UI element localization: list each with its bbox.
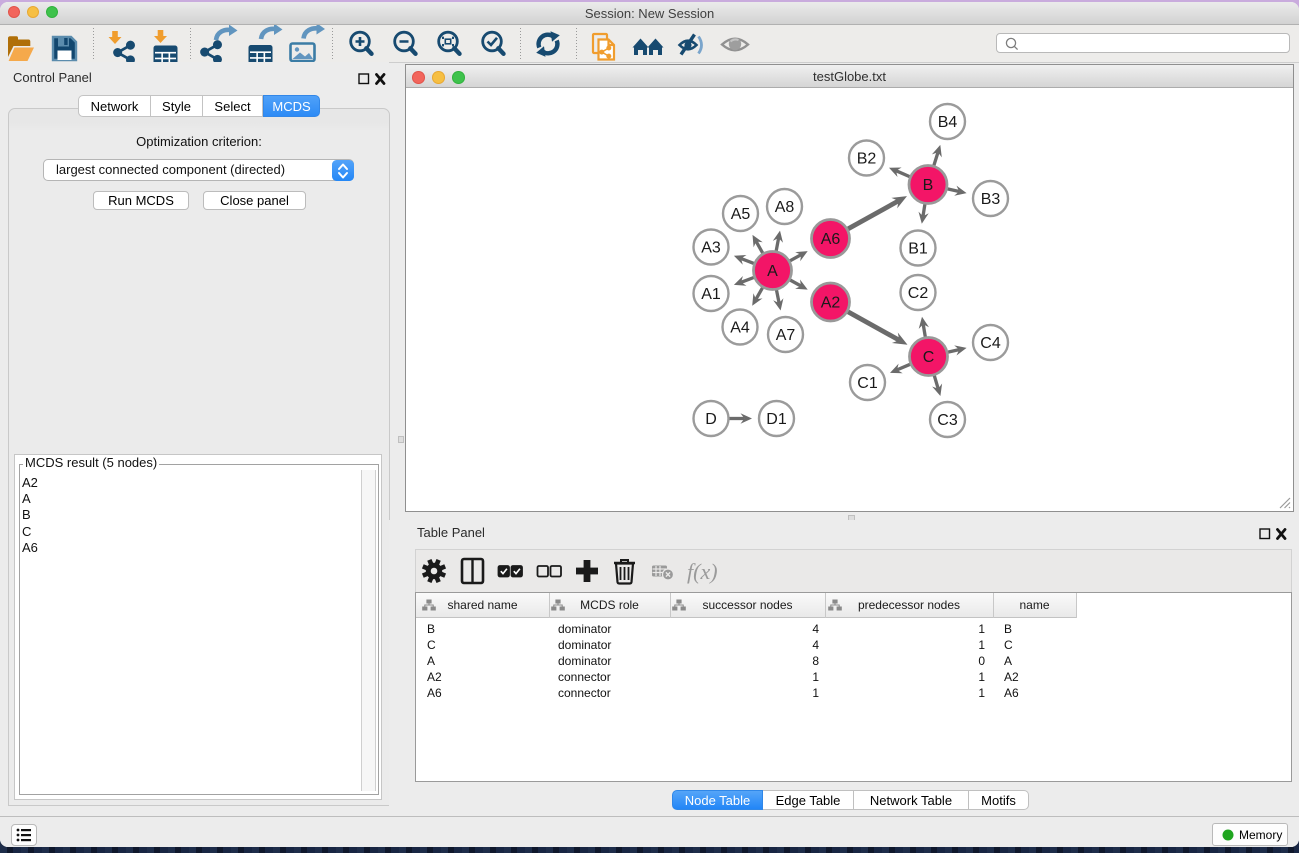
- svg-text:A8: A8: [775, 199, 795, 216]
- svg-text:A4: A4: [730, 320, 750, 337]
- svg-text:A2: A2: [821, 295, 841, 312]
- svg-text:C2: C2: [908, 285, 929, 302]
- svg-text:D1: D1: [766, 411, 787, 428]
- svg-text:C1: C1: [857, 375, 878, 392]
- svg-text:C: C: [923, 349, 935, 366]
- svg-text:A7: A7: [776, 327, 796, 344]
- svg-text:B3: B3: [981, 191, 1001, 208]
- svg-text:C4: C4: [980, 335, 1001, 352]
- svg-text:B2: B2: [857, 151, 877, 168]
- svg-text:A3: A3: [701, 240, 721, 257]
- svg-text:B1: B1: [908, 241, 928, 258]
- svg-text:A1: A1: [701, 286, 721, 303]
- svg-text:A6: A6: [821, 231, 841, 248]
- svg-text:C3: C3: [937, 412, 958, 429]
- svg-text:A: A: [767, 263, 778, 280]
- svg-text:B4: B4: [938, 114, 958, 131]
- svg-text:D: D: [705, 411, 717, 428]
- svg-text:A5: A5: [731, 206, 751, 223]
- svg-text:f(x): f(x): [687, 559, 718, 584]
- svg-text:B: B: [923, 177, 934, 194]
